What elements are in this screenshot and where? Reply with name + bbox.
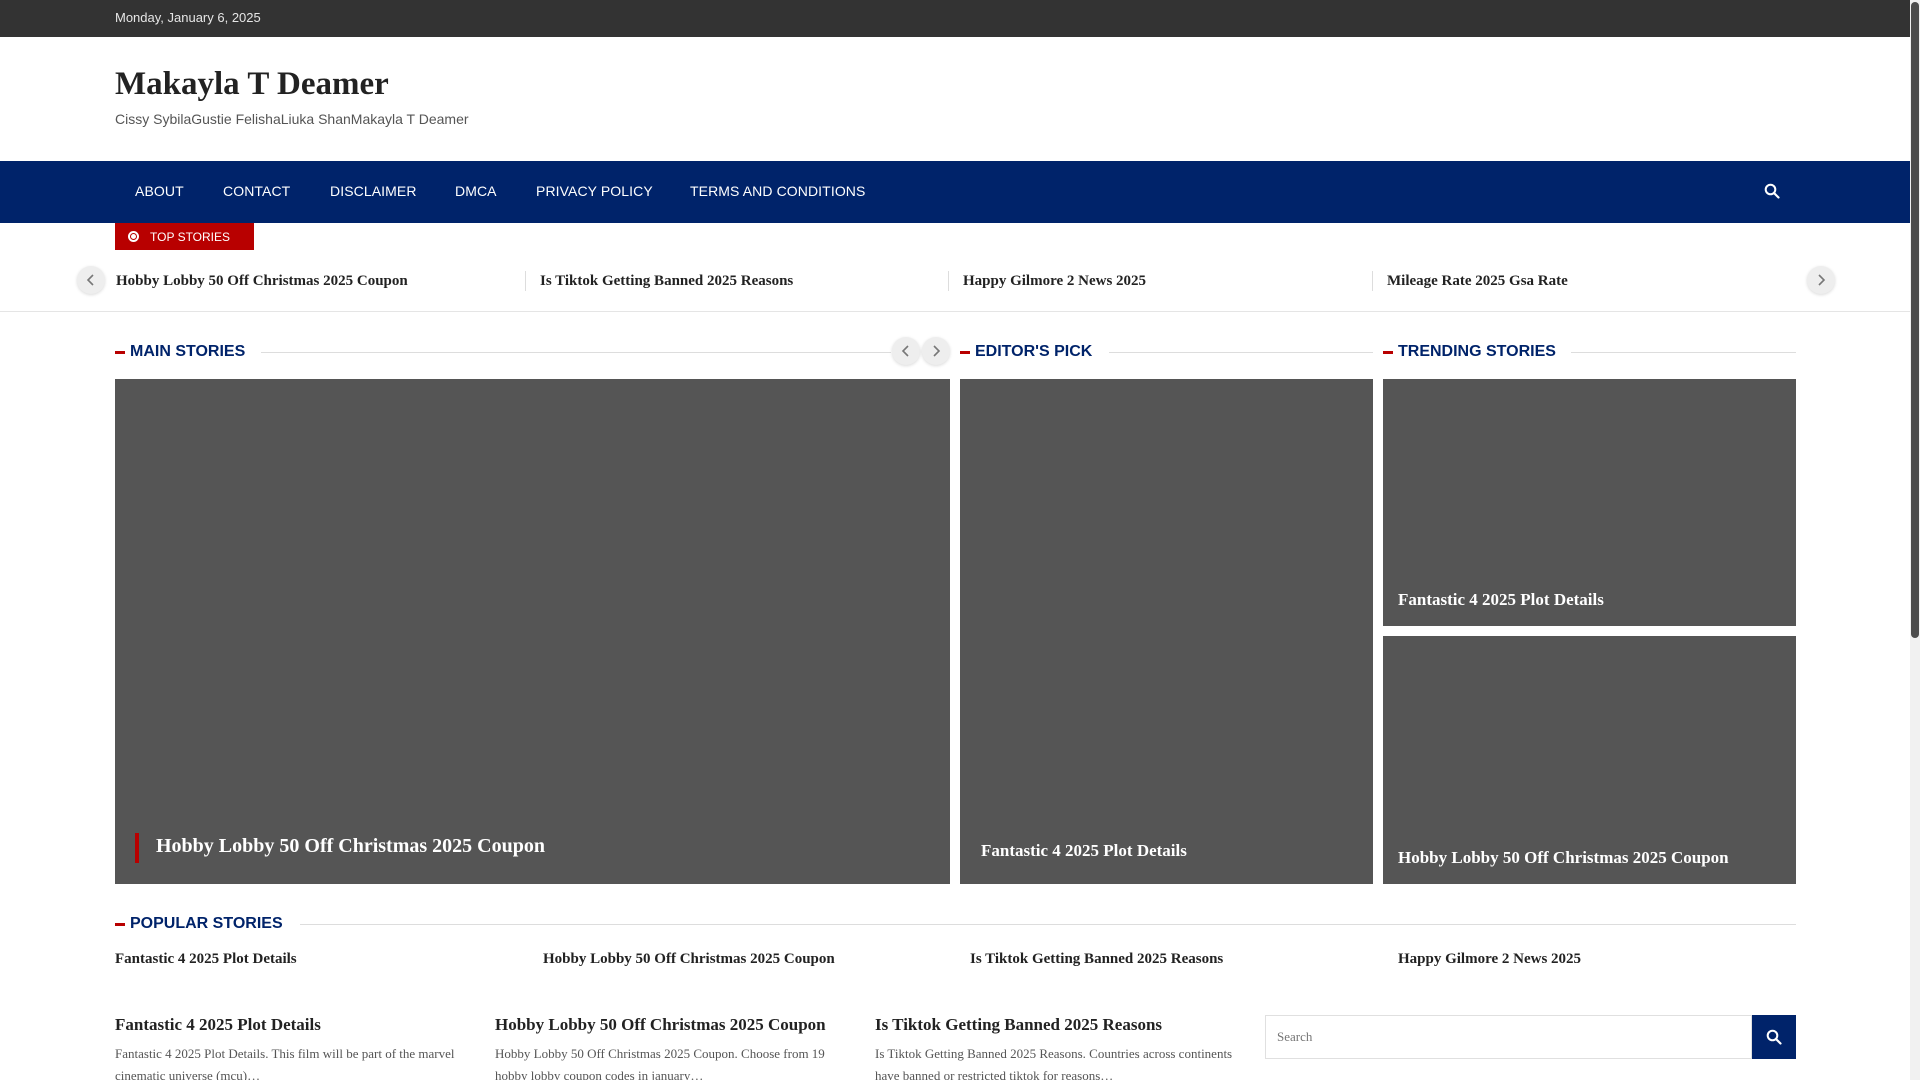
chevron-right-icon [1818,274,1826,286]
ticker-divider [1372,271,1373,291]
main-story-card[interactable]: Hobby Lobby 50 Off Christmas 2025 Coupon [115,379,950,884]
heading-rule [261,352,891,353]
ticker-divider [948,271,949,291]
site-tagline: Cissy SybilaGustie FelishaLiuka ShanMaka… [115,111,469,127]
nav-item-contact[interactable]: CONTACT [223,183,290,199]
heading-rule [300,924,1796,925]
nav-item-terms[interactable]: TERMS AND CONDITIONS [690,183,865,199]
chevron-left-icon [901,345,909,357]
ticker-divider [525,271,526,291]
search-icon [1766,1029,1782,1045]
section-title: MAIN STORIES [130,343,246,360]
top-bar: Monday, January 6, 2025 [0,0,1910,37]
chevron-left-icon [86,274,94,286]
nav-item-privacy-policy[interactable]: PRIVACY POLICY [536,183,653,199]
ticker-item[interactable]: Hobby Lobby 50 Off Christmas 2025 Coupon [116,273,408,290]
nav-item-disclaimer[interactable]: DISCLAIMER [330,183,417,199]
site-title[interactable]: Makayla T Deamer [115,66,389,103]
main-stories-prev-button[interactable] [892,337,920,365]
nav-item-about[interactable]: ABOUT [135,183,184,199]
post-excerpt: Fantastic 4 2025 Plot Details. This film… [115,1046,455,1080]
main-navigation: ABOUT CONTACT DISCLAIMER DMCA PRIVACY PO… [0,161,1910,223]
title-accent [135,833,139,863]
heading-accent [1383,351,1393,354]
editors-pick-title[interactable]: Fantastic 4 2025 Plot Details [981,841,1187,861]
section-title: EDITOR'S PICK [975,343,1093,360]
trending-title[interactable]: Fantastic 4 2025 Plot Details [1398,590,1604,610]
ticker-item[interactable]: Happy Gilmore 2 News 2025 [963,273,1146,290]
heading-accent [115,923,125,926]
heading-rule [1571,352,1796,353]
ticker-next-button[interactable] [1807,266,1835,294]
scrollbar-thumb[interactable] [1911,2,1919,638]
ticker-prev-button[interactable] [77,266,105,294]
ticker-item[interactable]: Mileage Rate 2025 Gsa Rate [1387,273,1568,290]
search-icon[interactable] [1764,183,1782,201]
main-story-title[interactable]: Hobby Lobby 50 Off Christmas 2025 Coupon [156,835,545,858]
post-title[interactable]: Hobby Lobby 50 Off Christmas 2025 Coupon [495,1015,855,1035]
nav-item-dmca[interactable]: DMCA [455,183,497,199]
heading-accent [115,351,125,354]
trending-card[interactable]: Fantastic 4 2025 Plot Details [1383,379,1796,626]
top-stories-ticker: Hobby Lobby 50 Off Christmas 2025 Coupon… [0,250,1910,312]
post-card: Hobby Lobby 50 Off Christmas 2025 Coupon… [495,1015,855,1080]
ticker-item[interactable]: Is Tiktok Getting Banned 2025 Reasons [540,273,793,290]
post-title[interactable]: Fantastic 4 2025 Plot Details [115,1015,475,1035]
trending-title[interactable]: Hobby Lobby 50 Off Christmas 2025 Coupon [1398,848,1729,868]
page-scrollbar[interactable] [1910,0,1920,1080]
post-card: Fantastic 4 2025 Plot Details Fantastic … [115,1015,475,1080]
editors-pick-card[interactable]: Fantastic 4 2025 Plot Details [960,379,1373,884]
editors-pick-heading: EDITOR'S PICK [960,341,1373,365]
heading-rule [1109,352,1373,353]
main-stories-heading: MAIN STORIES [115,341,950,365]
heading-accent [960,351,970,354]
post-excerpt: Hobby Lobby 50 Off Christmas 2025 Coupon… [495,1046,825,1080]
main-stories-next-button[interactable] [922,337,950,365]
current-date: Monday, January 6, 2025 [115,10,261,25]
post-card: Is Tiktok Getting Banned 2025 Reasons Is… [875,1015,1235,1080]
popular-item[interactable]: Happy Gilmore 2 News 2025 [1398,951,1581,968]
trending-card[interactable]: Hobby Lobby 50 Off Christmas 2025 Coupon [1383,636,1796,884]
live-dot-icon [128,231,139,242]
sidebar-search-field [1265,1015,1752,1059]
popular-item[interactable]: Fantastic 4 2025 Plot Details [115,951,297,968]
top-stories-label: TOP STORIES [150,230,231,244]
top-stories-badge: TOP STORIES [115,223,254,250]
section-title: TRENDING STORIES [1398,343,1556,360]
sidebar-search-button[interactable] [1752,1015,1796,1059]
popular-stories-heading: POPULAR STORIES [115,913,1796,937]
post-excerpt: Is Tiktok Getting Banned 2025 Reasons. C… [875,1046,1233,1080]
popular-item[interactable]: Is Tiktok Getting Banned 2025 Reasons [970,951,1223,968]
sidebar-search-input[interactable] [1266,1016,1751,1058]
section-title: POPULAR STORIES [130,915,283,932]
trending-stories-heading: TRENDING STORIES [1383,341,1796,365]
chevron-right-icon [933,345,941,357]
popular-item[interactable]: Hobby Lobby 50 Off Christmas 2025 Coupon [543,951,835,968]
post-title[interactable]: Is Tiktok Getting Banned 2025 Reasons [875,1015,1235,1035]
